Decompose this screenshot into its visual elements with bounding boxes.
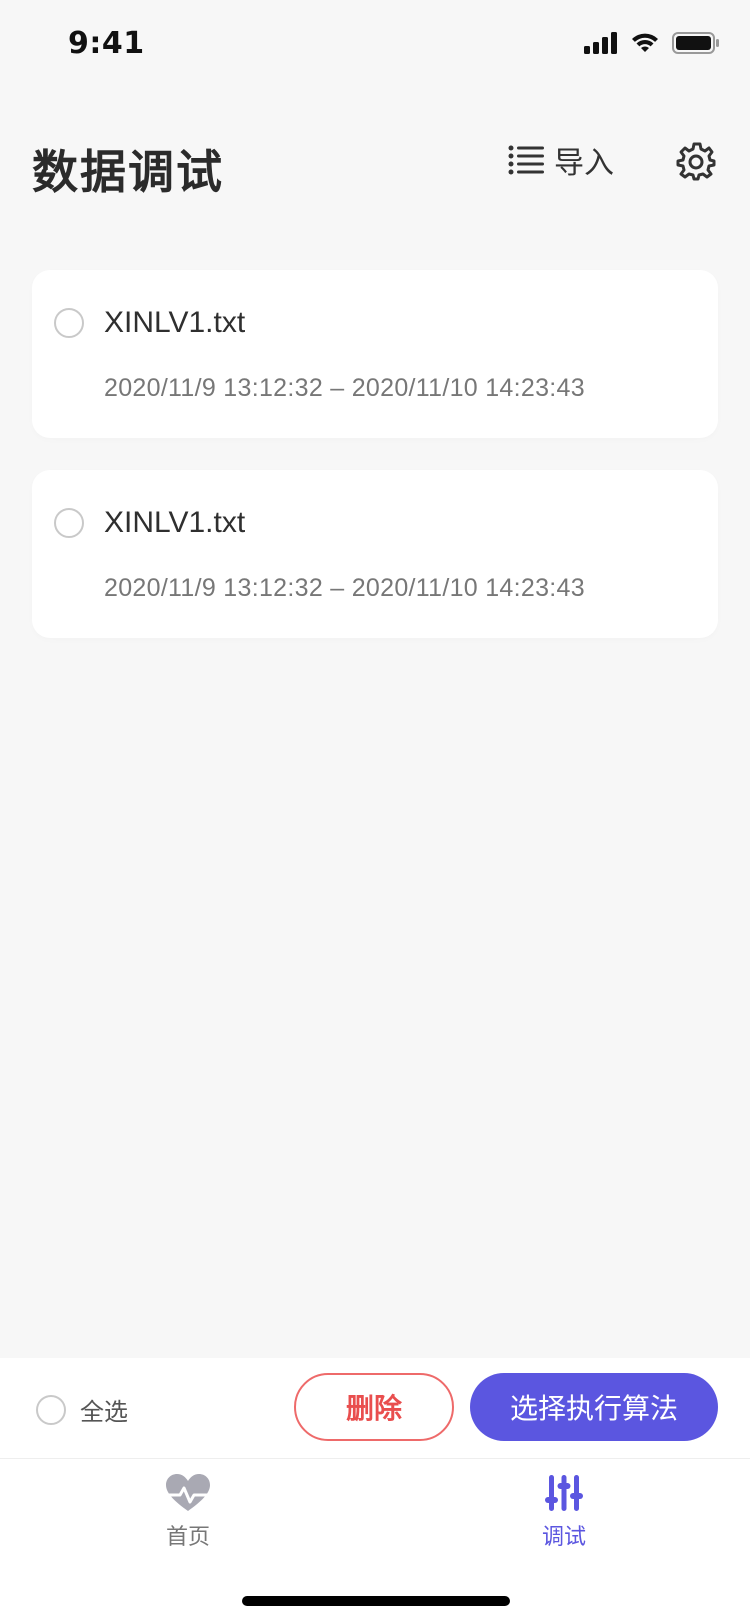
status-time: 9:41 [68, 26, 145, 61]
gear-icon [676, 142, 716, 181]
page-title: 数据调试 [32, 145, 224, 199]
cellular-signal-icon [584, 32, 617, 54]
tab-home[interactable]: 首页 [128, 1473, 248, 1551]
file-time-range: 2020/11/9 13:12:32 – 2020/11/10 14:23:43 [104, 574, 585, 602]
select-all-toggle[interactable]: 全选 [36, 1392, 128, 1427]
battery-icon [672, 32, 719, 54]
select-all-radio[interactable] [36, 1394, 66, 1425]
import-button[interactable]: 导入 [508, 138, 614, 182]
home-indicator [242, 1596, 510, 1606]
file-select-radio[interactable] [54, 308, 84, 338]
file-time-range: 2020/11/9 13:12:32 – 2020/11/10 14:23:43 [104, 374, 585, 402]
tab-debug[interactable]: 调试 [504, 1473, 624, 1551]
status-icons [584, 32, 720, 54]
action-bar: 全选 删除 选择执行算法 [0, 1358, 750, 1459]
page-header: 数据调试 导入 [0, 92, 750, 242]
tab-debug-label: 调试 [541, 1525, 586, 1550]
sliders-icon [545, 1475, 583, 1511]
file-card[interactable]: XINLV1.txt 2020/11/9 13:12:32 – 2020/11/… [32, 270, 718, 438]
file-name: XINLV1.txt [104, 306, 246, 339]
select-all-label: 全选 [80, 1398, 128, 1426]
file-list: XINLV1.txt 2020/11/9 13:12:32 – 2020/11/… [32, 270, 718, 670]
status-bar: 9:41 [0, 0, 750, 92]
wifi-icon [632, 33, 658, 52]
file-select-radio[interactable] [54, 508, 84, 538]
run-algorithm-button[interactable]: 选择执行算法 [470, 1373, 718, 1441]
delete-button[interactable]: 删除 [294, 1373, 454, 1441]
file-name: XINLV1.txt [104, 506, 246, 539]
settings-button[interactable] [676, 142, 716, 182]
file-card[interactable]: XINLV1.txt 2020/11/9 13:12:32 – 2020/11/… [32, 470, 718, 638]
list-icon [508, 145, 544, 175]
heart-pulse-icon [166, 1474, 212, 1511]
tab-home-label: 首页 [165, 1525, 210, 1550]
import-label: 导入 [554, 146, 614, 181]
